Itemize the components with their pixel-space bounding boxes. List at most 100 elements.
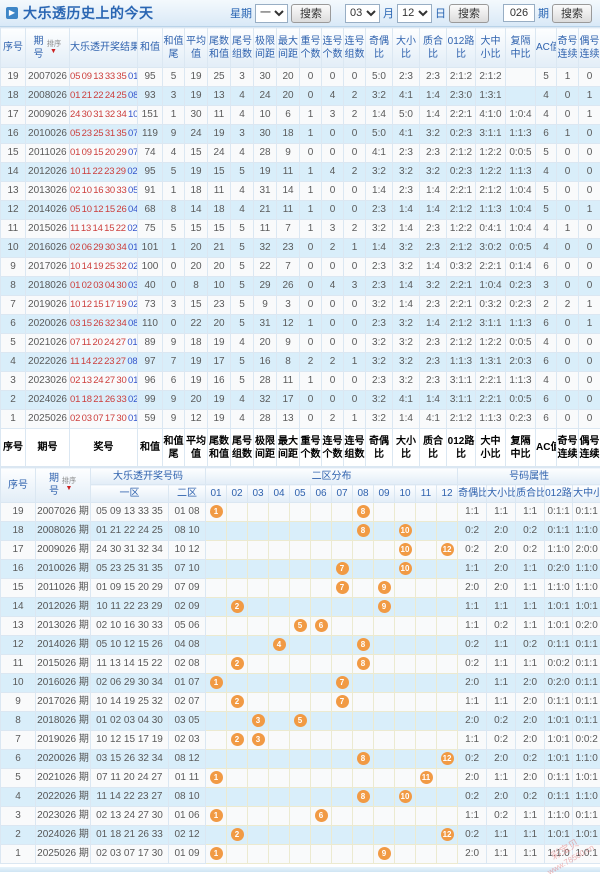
stat-cell: 1 xyxy=(163,182,185,201)
front-zone-cell: 05 09 13 33 35 xyxy=(91,503,169,522)
lottery-ball: 5 xyxy=(294,619,307,632)
stat-cell: 4 xyxy=(231,334,254,353)
month-select[interactable]: 03 xyxy=(345,4,380,23)
attr-cell: 0:1:1 xyxy=(573,693,600,712)
stat-cell: 24 xyxy=(254,87,277,106)
stat-cell: 0 xyxy=(344,391,366,410)
lottery-ball: 6 xyxy=(315,809,328,822)
zone-cell xyxy=(416,674,437,693)
stat-cell: 0 xyxy=(344,144,366,163)
column-header: 期号排序▼ xyxy=(36,468,91,503)
table1-header: 序号期号排序▼大乐透开奖结果和值和值尾平均值尾数和值尾号组数极限间距最大间距重号… xyxy=(1,28,600,68)
week-select[interactable]: 一 xyxy=(255,4,288,23)
issue-cell: 2015026 期 xyxy=(36,655,91,674)
seq-cell: 17 xyxy=(1,541,36,560)
result-cell: 07 11 20 24 27 01 11 xyxy=(70,334,138,353)
column-header-label: 和值尾 xyxy=(163,429,184,466)
stat-cell: 0 xyxy=(557,372,579,391)
zone-cell xyxy=(374,693,395,712)
column-header-label: 复隔中比 xyxy=(506,28,535,67)
zone-cell: 7 xyxy=(332,579,353,598)
seq-cell: 16 xyxy=(1,560,36,579)
issue-search-button[interactable]: 搜索 xyxy=(552,4,592,23)
stat-cell: 2 xyxy=(557,296,579,315)
stat-cell: 1 xyxy=(344,353,366,372)
column-header: 07 xyxy=(332,485,353,503)
front-numbers: 01 21 22 24 25 xyxy=(70,90,127,101)
stat-cell: 3:2 xyxy=(420,277,447,296)
stat-cell: 3 xyxy=(231,125,254,144)
column-header-label: 序号 xyxy=(1,468,35,502)
stat-cell: 1:4 xyxy=(420,391,447,410)
back-zone-cell: 08 12 xyxy=(169,750,206,769)
back-numbers: 08 12 xyxy=(128,318,137,329)
stat-cell: 8 xyxy=(163,201,185,220)
zone-cell xyxy=(311,845,332,864)
stat-cell: 5 xyxy=(231,296,254,315)
stat-cell: 9 xyxy=(254,296,277,315)
zone-cell xyxy=(374,617,395,636)
stat-cell: 0 xyxy=(300,144,322,163)
stat-cell: 0 xyxy=(557,277,579,296)
stat-cell: 1:3:1 xyxy=(476,353,506,372)
front-zone-cell: 01 02 03 04 30 xyxy=(91,712,169,731)
zone-cell xyxy=(311,731,332,750)
column-header-label: 大小比 xyxy=(393,429,419,466)
front-zone-cell: 11 14 22 23 27 xyxy=(91,788,169,807)
attr-cell: 1:1:0 xyxy=(573,522,600,541)
stat-cell: 19 xyxy=(185,87,208,106)
zone-cell xyxy=(416,845,437,864)
column-header-label: 11 xyxy=(416,485,436,502)
zone-cell xyxy=(395,579,416,598)
attr-cell: 2:0 xyxy=(516,712,545,731)
zone-cell xyxy=(248,560,269,579)
zone-cell xyxy=(416,826,437,845)
zone-cell xyxy=(290,598,311,617)
stat-cell: 93 xyxy=(138,87,163,106)
sort-control[interactable]: 排序▼ xyxy=(46,40,62,56)
stat-cell: 0 xyxy=(579,391,600,410)
lottery-ball: 10 xyxy=(399,562,412,575)
attr-cell: 0:2:0 xyxy=(545,674,573,693)
zone-cell: 7 xyxy=(332,560,353,579)
issue-cell: 2008026 期 xyxy=(36,522,91,541)
zone-cell xyxy=(353,674,374,693)
stat-cell: 75 xyxy=(138,220,163,239)
date-search-button[interactable]: 搜索 xyxy=(449,4,489,23)
stat-cell: 0:1:4 xyxy=(506,258,536,277)
column-header-label: AC值 xyxy=(536,429,556,466)
stat-cell: 5 xyxy=(231,163,254,182)
sort-control[interactable]: 排序▼ xyxy=(61,477,77,493)
front-zone-cell: 01 09 15 20 29 xyxy=(91,579,169,598)
stat-cell: 3:1:1 xyxy=(476,315,506,334)
column-header-label: 极限间距 xyxy=(254,28,276,67)
stat-cell: 18 xyxy=(185,334,208,353)
zone-cell xyxy=(332,712,353,731)
column-header-label: 奇偶比 xyxy=(366,429,392,466)
stat-cell: 0 xyxy=(557,106,579,125)
zone-cell xyxy=(248,617,269,636)
table-row: 4202202611 14 22 23 27 08 10977191751682… xyxy=(1,353,600,372)
stat-cell: 1 xyxy=(300,315,322,334)
stat-cell: 5 xyxy=(163,68,185,87)
attr-cell: 2:0 xyxy=(458,674,487,693)
lottery-ball: 10 xyxy=(399,790,412,803)
issue-input[interactable] xyxy=(503,4,535,22)
zone-cell xyxy=(395,807,416,826)
week-search-button[interactable]: 搜索 xyxy=(291,4,331,23)
back-numbers: 01 09 xyxy=(128,413,137,424)
attr-cell: 0:1:1 xyxy=(573,674,600,693)
zone-cell xyxy=(311,541,332,560)
stat-cell: 1 xyxy=(557,125,579,144)
attr-cell: 0:1:1 xyxy=(545,636,573,655)
stat-cell: 0 xyxy=(300,239,322,258)
stat-cell: 2:3 xyxy=(420,353,447,372)
result-cell: 01 21 22 24 25 08 10 xyxy=(70,87,138,106)
issue-cell: 2012026 xyxy=(26,163,70,182)
stat-cell: 5 xyxy=(536,144,557,163)
day-select[interactable]: 12 xyxy=(397,4,432,23)
zone-cell xyxy=(437,598,458,617)
zone-cell: 10 xyxy=(395,788,416,807)
stat-cell: 4:1:0 xyxy=(476,106,506,125)
stat-cell: 19 xyxy=(208,410,231,429)
